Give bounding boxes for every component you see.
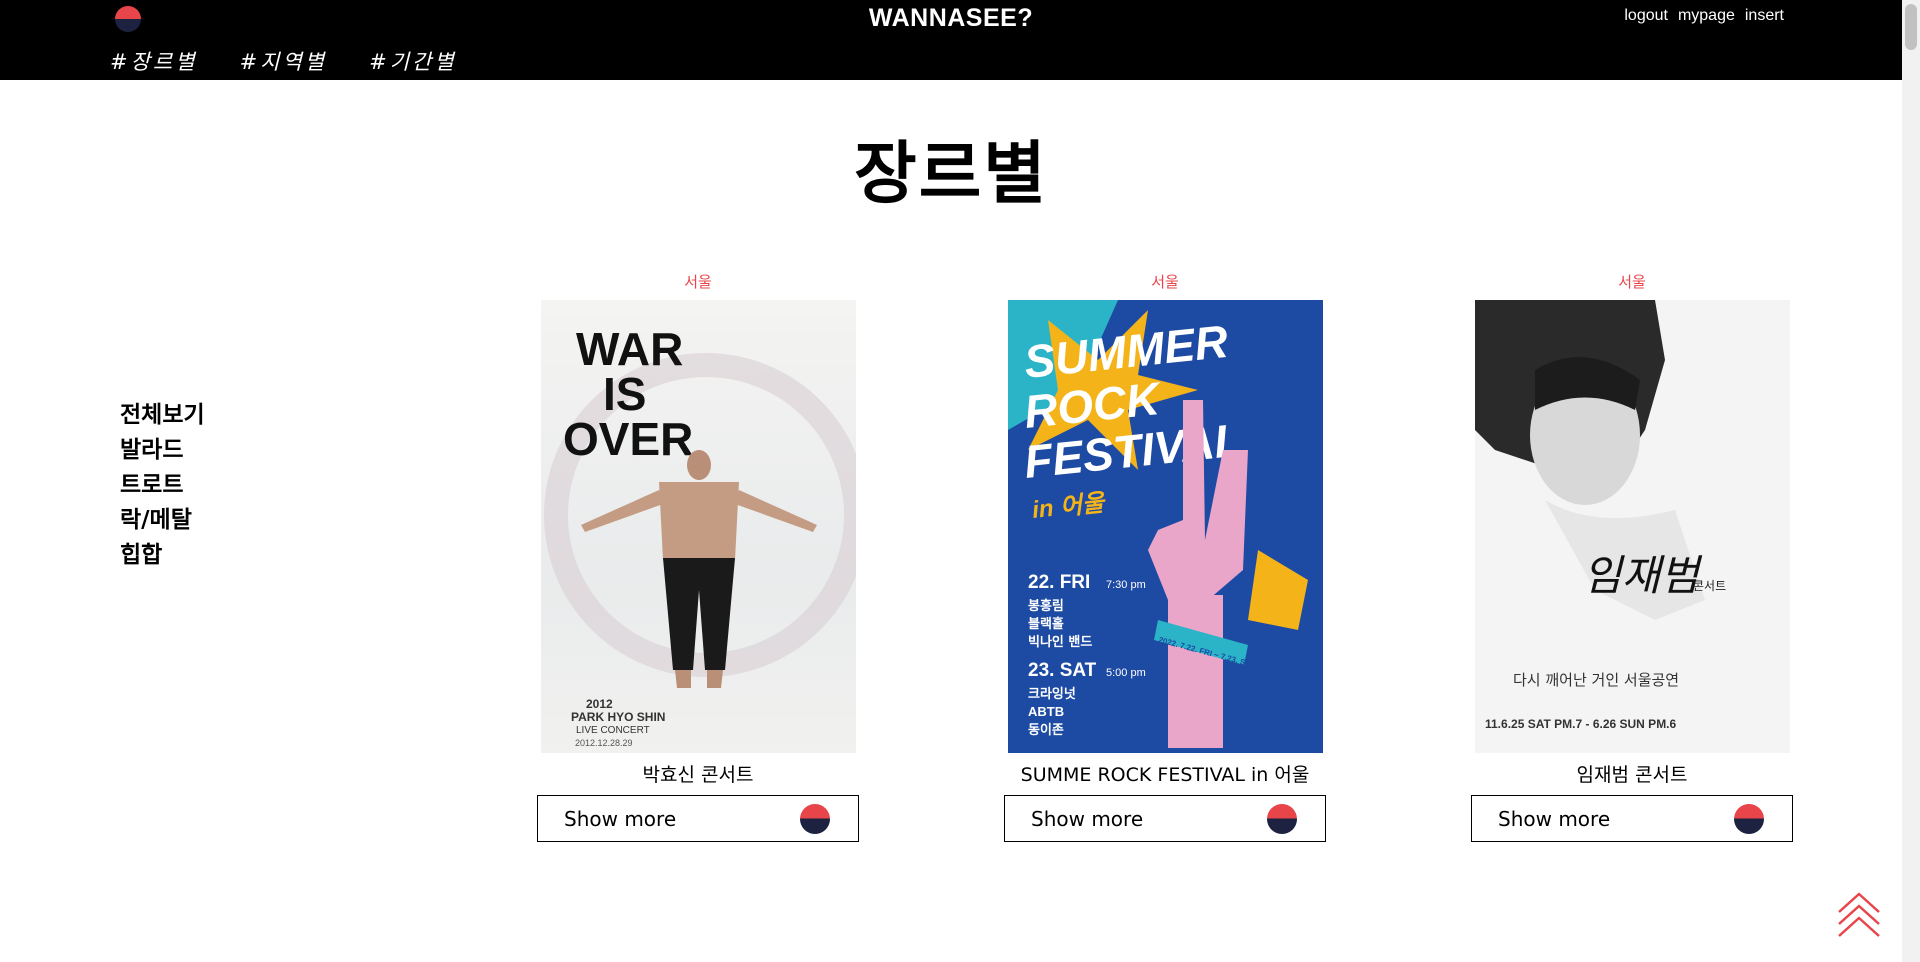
scrollbar-thumb[interactable] [1905,4,1917,50]
nav-period[interactable]: #기간별 [369,46,457,76]
poster-art: 임재범 콘서트 다시 깨어난 거인 서울공연 11.6.25 SAT PM.7 … [1474,300,1790,753]
sidebar-item-ballad[interactable]: 발라드 [120,433,205,468]
top-links: logout mypage insert [1624,7,1784,25]
header-bar: WANNASEE? logout mypage insert #장르별 #지역별… [0,0,1902,80]
page-title: 장르별 [854,135,1048,214]
poster-title-3: OVER [563,413,693,465]
poster-sub-3: LIVE CONCERT [576,725,650,736]
poster-day-1: 22. FRI [1028,572,1090,593]
genre-sidebar: 전체보기 발라드 트로트 락/메탈 힙합 [120,398,205,573]
concert-card: 서울 SUMMER ROCK FESTIVAL in 어울 22. FRI 7:… [1004,270,1326,842]
sidebar-item-rock-metal[interactable]: 락/메탈 [120,503,205,538]
poster-dates: 11.6.25 SAT PM.7 - 6.26 SUN PM.6 [1485,717,1677,731]
concert-poster[interactable]: 임재범 콘서트 다시 깨어난 거인 서울공연 11.6.25 SAT PM.7 … [1474,300,1790,753]
sidebar-item-hiphop[interactable]: 힙합 [120,538,205,573]
concert-name: SUMME ROCK FESTIVAL in 어울 [1020,764,1310,786]
concert-name: 박효신 콘서트 [642,764,754,786]
sidebar-item-all[interactable]: 전체보기 [120,398,205,433]
region-label: 서울 [1618,273,1646,291]
logo-icon [1267,803,1297,834]
poster-band-3: 빅나인 밴드 [1028,634,1092,650]
logo-icon [1734,803,1764,834]
show-more-button[interactable]: Show more [1471,795,1793,842]
concert-poster[interactable]: SUMMER ROCK FESTIVAL in 어울 22. FRI 7:30 … [1007,300,1323,753]
poster-sub-4: 2012.12.28.29 [575,738,633,748]
poster-art: SUMMER ROCK FESTIVAL in 어울 22. FRI 7:30 … [1007,300,1323,753]
main-nav: #장르별 #지역별 #기간별 [110,46,457,76]
poster-title: 임재범 [1583,551,1703,600]
site-title[interactable]: WANNASEE? [0,4,1902,33]
poster-band-6: 동이존 [1028,722,1064,738]
show-more-button[interactable]: Show more [537,795,859,842]
poster-day-2: 23. SAT [1028,660,1097,681]
nav-region[interactable]: #지역별 [240,46,328,76]
scroll-to-top-icon[interactable] [1836,890,1882,944]
poster-sub-2: PARK HYO SHIN [571,710,665,724]
poster-sub-1: 2012 [586,697,613,711]
concert-card: 서울 WAR IS OVER 2012 PARK HYO SHIN LIVE C… [537,270,859,842]
poster-art: WAR IS OVER 2012 PARK HYO SHIN LIVE CONC… [543,323,856,748]
show-more-label: Show more [1498,806,1611,831]
sidebar-item-trot[interactable]: 트로트 [120,468,205,503]
concert-poster[interactable]: WAR IS OVER 2012 PARK HYO SHIN LIVE CONC… [540,300,856,753]
show-more-label: Show more [1031,806,1144,831]
poster-band-5: ABTB [1028,704,1064,719]
concert-card: 서울 임재범 콘서트 다시 깨어난 거인 서울공연 11.6.25 SAT PM… [1471,270,1793,842]
scrollbar[interactable] [1902,0,1920,962]
concert-name: 임재범 콘서트 [1576,764,1688,786]
nav-genre[interactable]: #장르별 [110,46,198,76]
poster-band-4: 크라잉넛 [1028,686,1076,702]
mypage-link[interactable]: mypage [1678,7,1735,25]
region-label: 서울 [1151,273,1179,291]
show-more-button[interactable]: Show more [1004,795,1326,842]
poster-time-1: 7:30 pm [1106,579,1146,591]
poster-tagline: 다시 깨어난 거인 서울공연 [1513,671,1679,689]
poster-band-2: 블랙홀 [1028,616,1064,632]
insert-link[interactable]: insert [1745,7,1784,25]
poster-band-1: 봉홍림 [1028,598,1064,614]
show-more-label: Show more [564,806,677,831]
poster-time-2: 5:00 pm [1106,667,1146,679]
logout-link[interactable]: logout [1624,7,1668,25]
logo-icon [800,803,830,834]
region-label: 서울 [684,273,712,291]
poster-subtitle: 콘서트 [1693,579,1726,593]
